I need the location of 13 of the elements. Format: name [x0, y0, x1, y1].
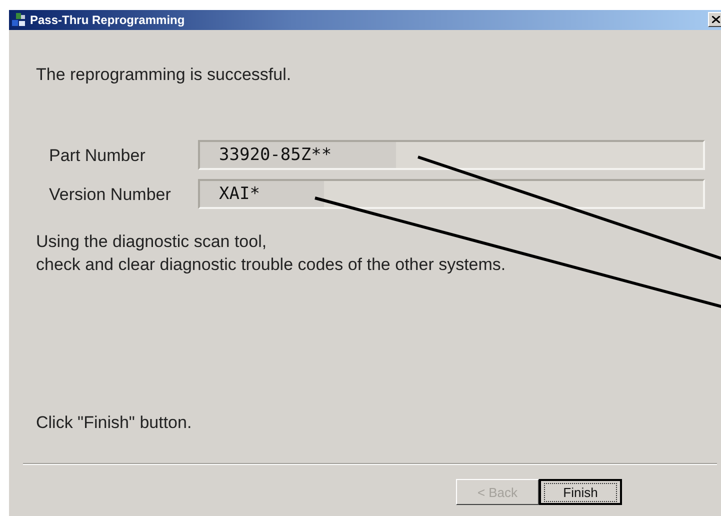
app-icon [11, 12, 27, 28]
instruction-text: check and clear diagnostic trouble codes of the other systems. [36, 255, 506, 274]
finish-button[interactable]: Finish [539, 479, 622, 505]
field-label: Version Number [49, 184, 172, 204]
window-title: Pass-Thru Reprogramming [30, 12, 185, 28]
status-message: The reprogramming is successful. [36, 65, 292, 84]
field-label: Part Number [49, 146, 146, 164]
close-button[interactable] [708, 12, 721, 27]
prompt-text: Click "Finish" button. [36, 413, 192, 432]
input-field[interactable]: 33920-85Z** [198, 140, 705, 170]
input-field[interactable]: XAI* [198, 179, 705, 209]
close-icon [712, 16, 720, 23]
instruction-text: Using the diagnostic scan tool, [36, 232, 267, 251]
